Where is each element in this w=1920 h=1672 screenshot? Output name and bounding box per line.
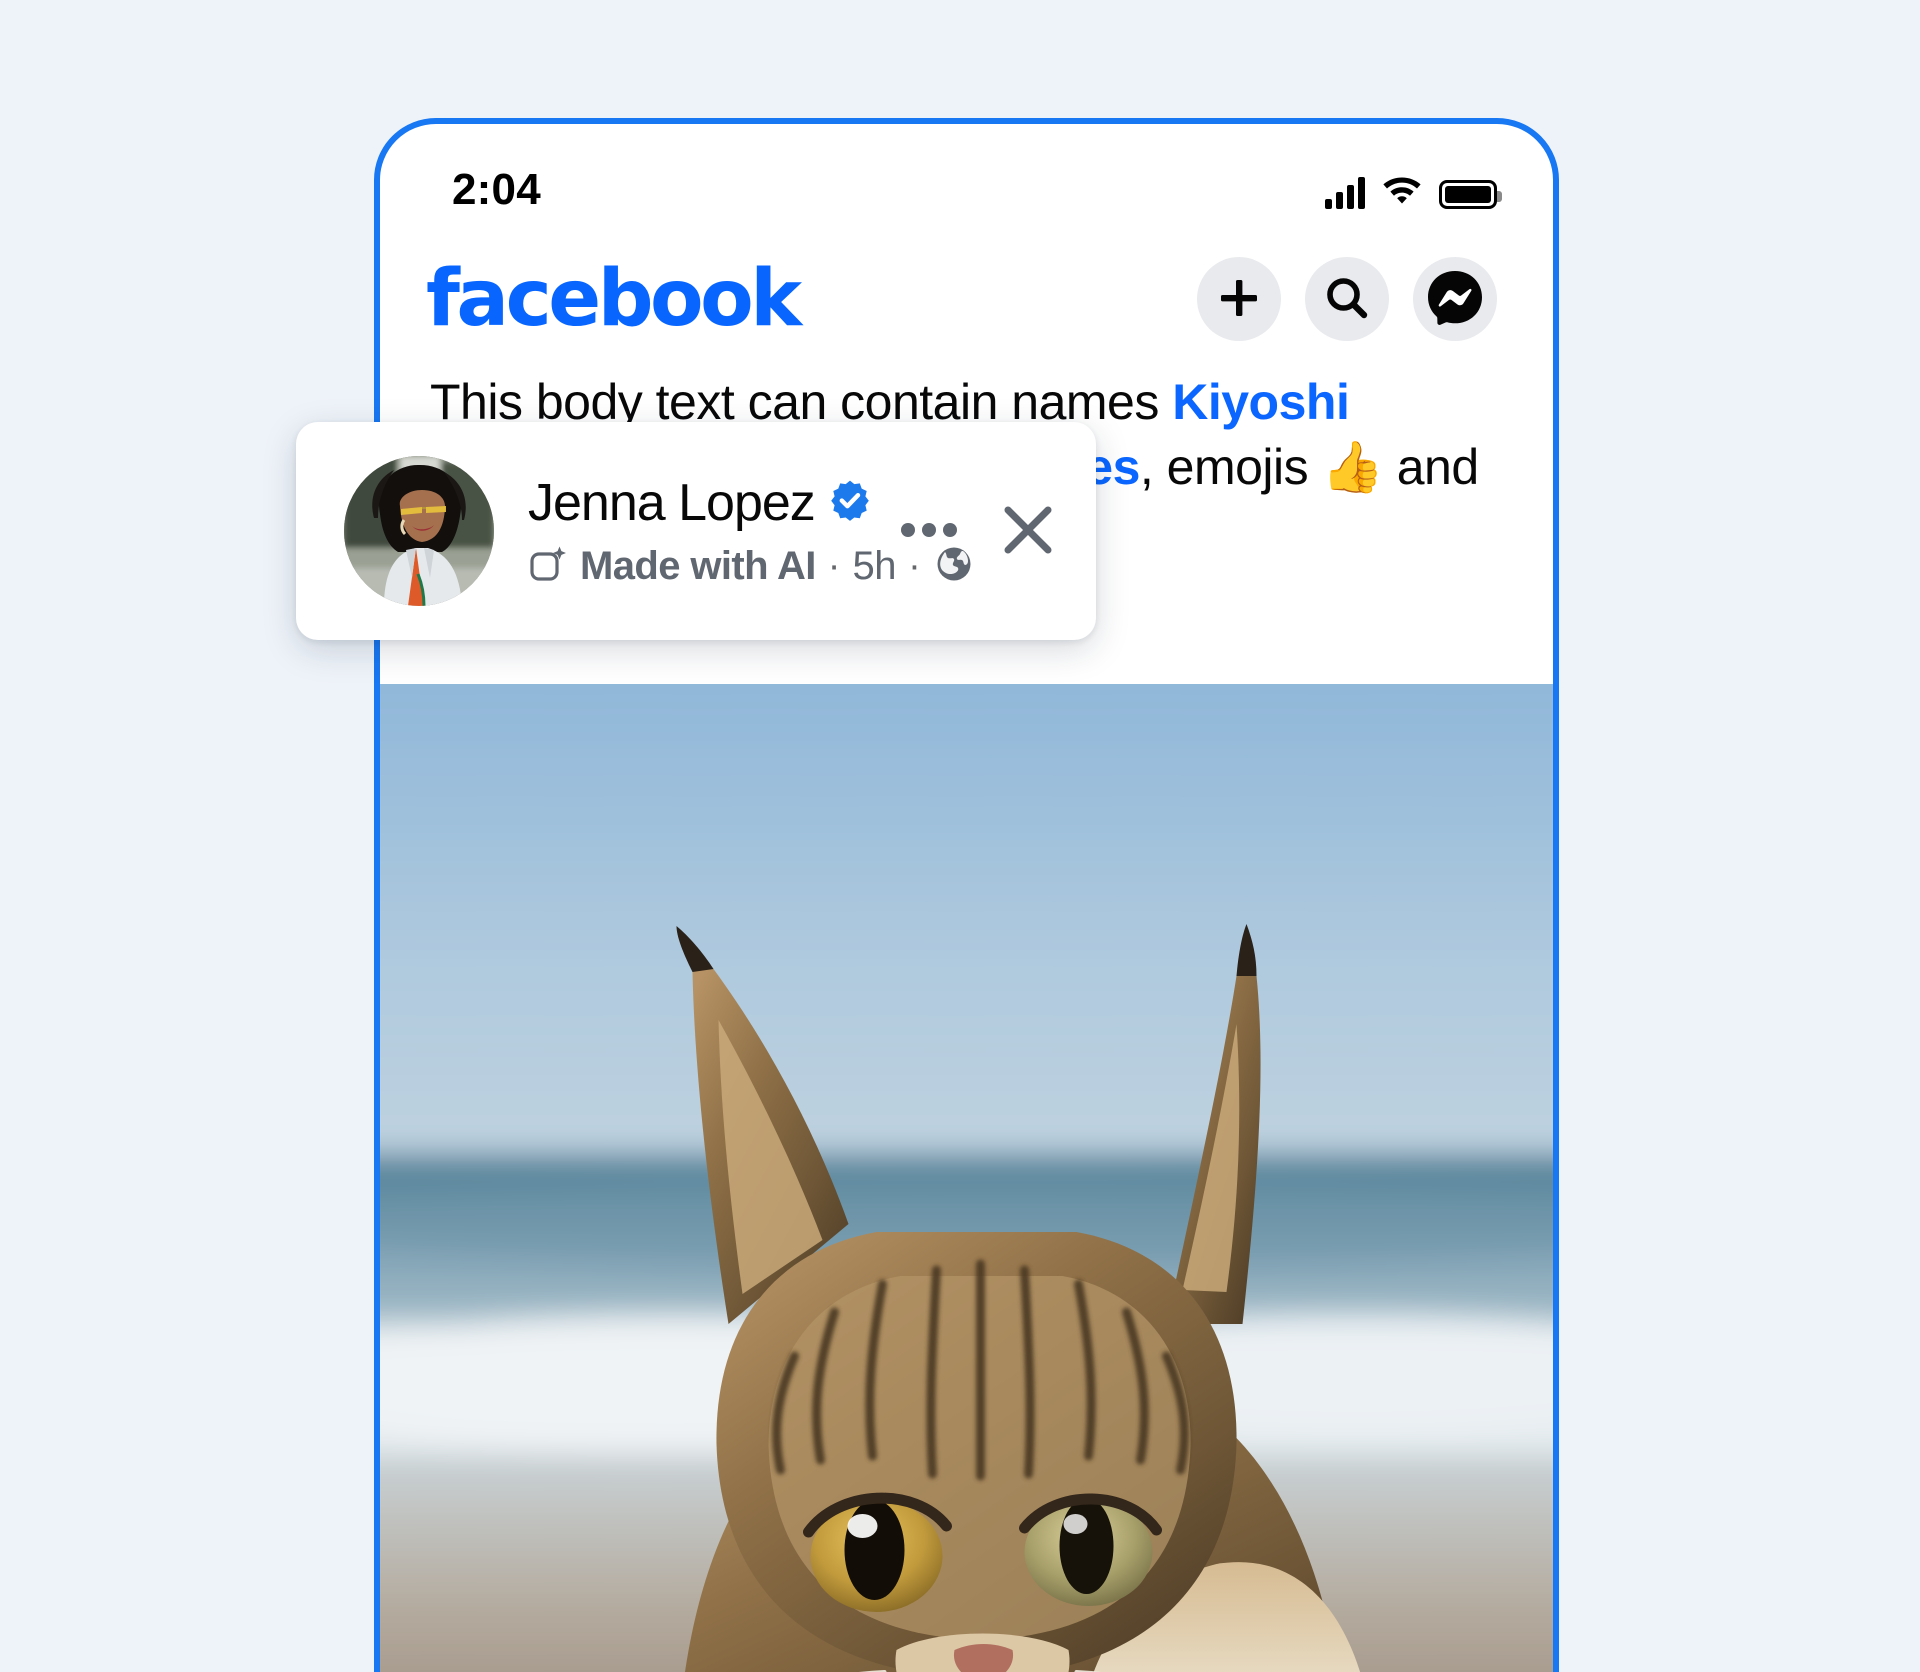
phone-device-frame: 2:04 facebook This body text can contain… [374, 118, 1559, 1672]
close-post-button[interactable] [1000, 502, 1056, 561]
post-text-emoji: 👍 [1321, 439, 1384, 495]
avatar[interactable] [344, 456, 494, 606]
status-bar-icons [1325, 172, 1502, 209]
made-with-ai-label: Made with AI [580, 543, 816, 588]
cat-beach-photo [380, 684, 1553, 1672]
search-icon [1324, 275, 1370, 324]
post-author-callout-card: Jenna Lopez Made with AI · 5h · [296, 422, 1096, 640]
meta-separator-1: · [827, 545, 841, 587]
messenger-icon [1424, 267, 1486, 332]
post-timestamp: 5h [852, 543, 897, 588]
search-button[interactable] [1305, 257, 1389, 341]
cellular-signal-icon [1325, 176, 1365, 209]
plus-icon [1217, 276, 1261, 323]
close-icon [1000, 502, 1056, 561]
app-header: facebook [380, 234, 1553, 364]
post-photo[interactable] [380, 684, 1553, 1672]
author-name[interactable]: Jenna Lopez [528, 473, 816, 533]
messenger-button[interactable] [1413, 257, 1497, 341]
wifi-icon [1381, 172, 1423, 209]
status-bar-time: 2:04 [452, 165, 541, 214]
avatar-image [344, 456, 494, 606]
battery-icon [1439, 179, 1502, 209]
post-meta-row: Made with AI · 5h · [528, 543, 971, 590]
post-options-button[interactable] [900, 521, 958, 542]
status-bar: 2:04 [380, 124, 1553, 234]
made-with-ai-icon [528, 543, 570, 590]
facebook-logo[interactable]: facebook [426, 260, 802, 338]
create-button[interactable] [1197, 257, 1281, 341]
header-actions [1197, 257, 1497, 341]
verified-badge-icon [829, 479, 871, 526]
callout-info: Jenna Lopez Made with AI · 5h · [528, 473, 971, 590]
author-name-row: Jenna Lopez [528, 473, 890, 533]
post-text-plain: , emojis [1139, 439, 1322, 495]
ellipsis-icon [900, 521, 958, 542]
callout-controls [900, 502, 1056, 561]
